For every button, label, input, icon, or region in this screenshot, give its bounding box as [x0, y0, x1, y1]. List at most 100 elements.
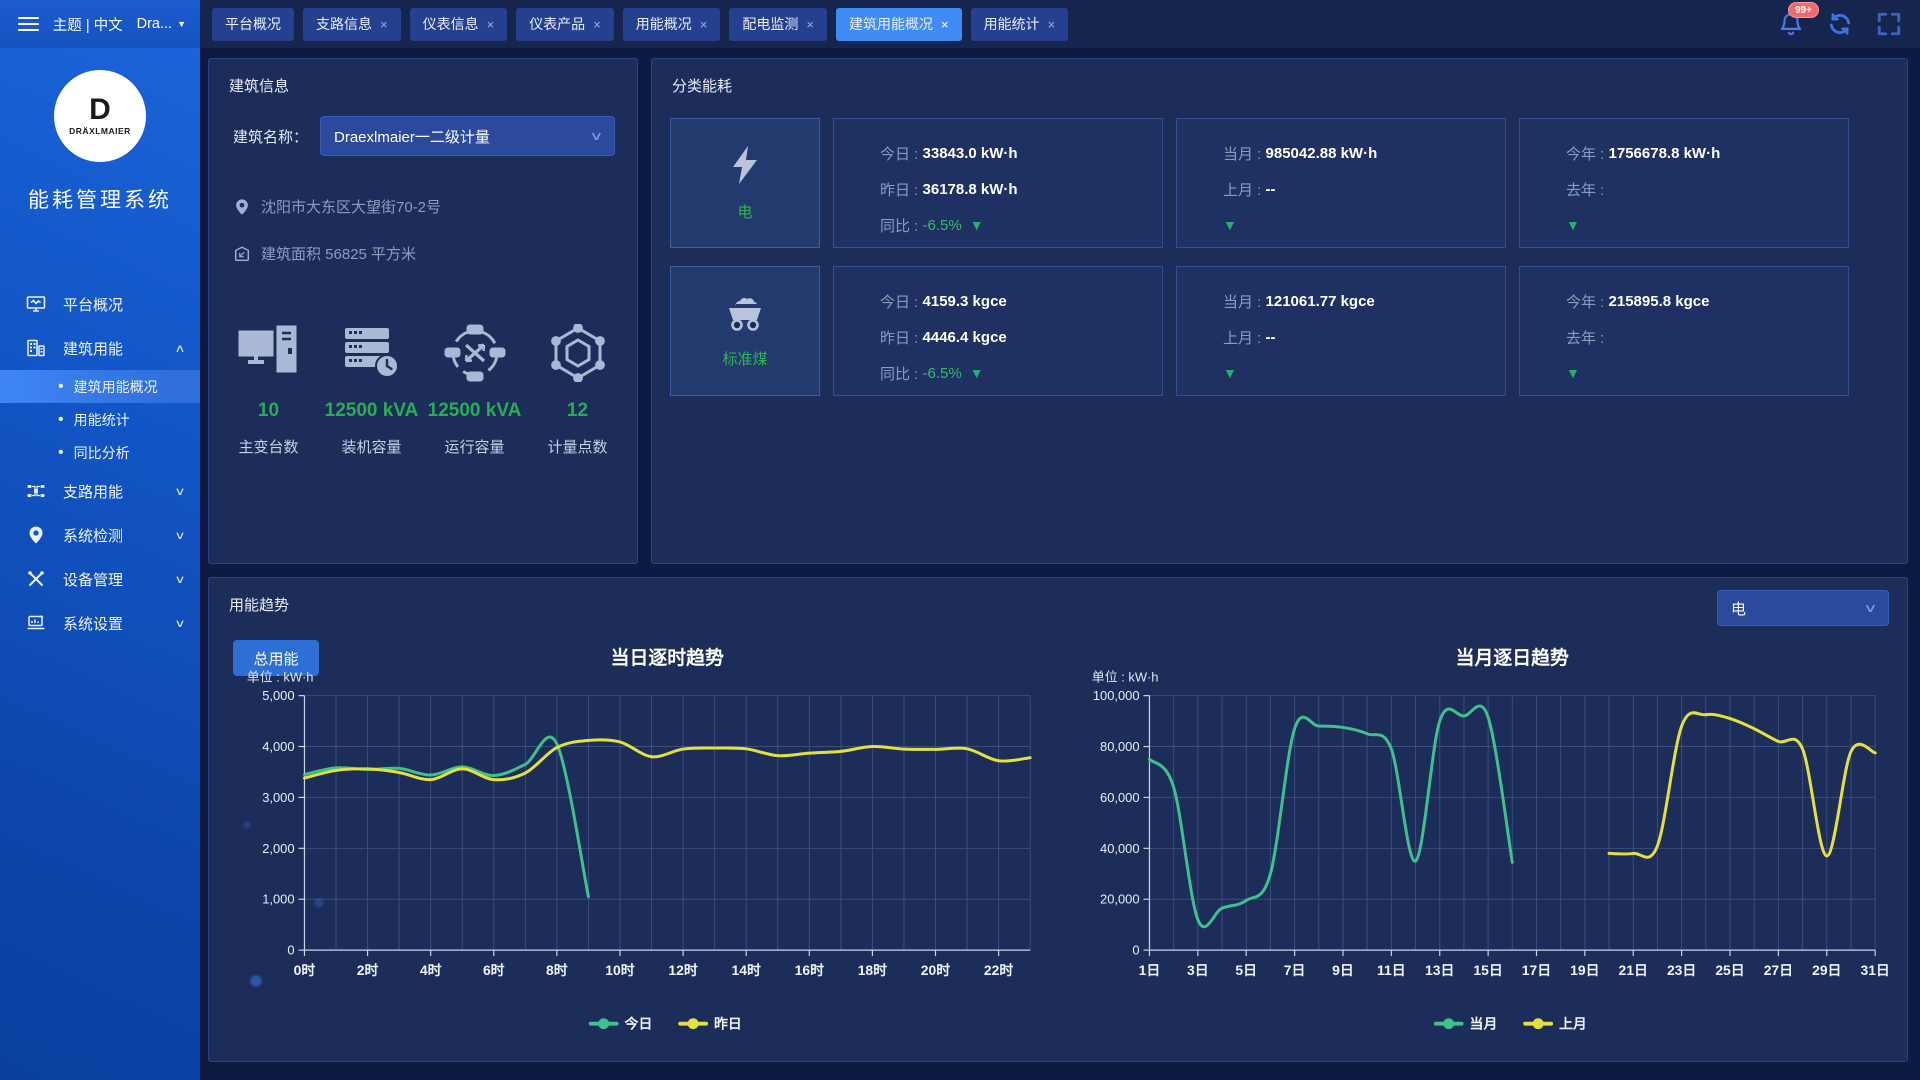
- svg-text:6时: 6时: [483, 962, 505, 978]
- svg-text:7日: 7日: [1284, 962, 1306, 978]
- building-name-value: Draexlmaier一二级计量: [334, 126, 490, 147]
- hexagon-mesh-icon: [547, 324, 609, 382]
- svg-text:1,000: 1,000: [262, 892, 294, 907]
- energy-type-select[interactable]: 电 ∨: [1717, 590, 1889, 626]
- svg-text:11日: 11日: [1377, 962, 1406, 978]
- close-icon[interactable]: ×: [1048, 17, 1056, 32]
- svg-text:0: 0: [1132, 943, 1139, 958]
- svg-text:9日: 9日: [1332, 962, 1354, 978]
- chart-unit-label: 单位 : kW·h: [1092, 670, 1159, 685]
- fullscreen-icon[interactable]: [1876, 11, 1902, 37]
- building-name-label: 建筑名称：: [233, 126, 308, 147]
- notification-bell-icon[interactable]: 99+: [1778, 11, 1804, 37]
- svg-text:4时: 4时: [420, 962, 442, 978]
- legend-item[interactable]: 昨日: [680, 1016, 742, 1032]
- logo-brand-text: DRÄXLMAIER: [69, 126, 131, 136]
- lightning-icon: [730, 145, 760, 185]
- close-icon[interactable]: ×: [806, 17, 814, 32]
- tab-branch-info[interactable]: 支路信息×: [303, 8, 401, 41]
- legend-item[interactable]: 今日: [591, 1016, 653, 1032]
- svg-text:当月: 当月: [1470, 1016, 1498, 1032]
- refresh-icon[interactable]: [1826, 11, 1854, 37]
- tab-power-monitor[interactable]: 配电监测×: [729, 8, 827, 41]
- user-dropdown[interactable]: Dra... ▼: [137, 16, 186, 32]
- sidebar-item-system-settings[interactable]: 系统设置 ∨: [0, 601, 200, 645]
- topbar-left: 主题 | 中文 Dra... ▼: [0, 0, 200, 48]
- monitor-icon: [26, 294, 46, 314]
- category-energy-title: 分类能耗: [652, 59, 1907, 96]
- sidebar-item-branch-energy[interactable]: 支路用能 ∨: [0, 469, 200, 513]
- chevron-down-icon: ∨: [174, 573, 185, 586]
- series-line: [1609, 713, 1875, 858]
- tab-platform-overview[interactable]: 平台概况: [212, 8, 294, 41]
- close-icon[interactable]: ×: [380, 17, 388, 32]
- coal-icon-card: 标准煤: [670, 266, 820, 396]
- tab-meter-product[interactable]: 仪表产品×: [516, 8, 614, 41]
- svg-text:14时: 14时: [732, 962, 761, 978]
- electricity-icon-card: 电: [670, 118, 820, 248]
- series-line: [1149, 706, 1512, 927]
- svg-text:22时: 22时: [984, 962, 1013, 978]
- sidebar-item-platform-overview[interactable]: 平台概况: [0, 282, 200, 326]
- tab-meter-info[interactable]: 仪表信息×: [410, 8, 508, 41]
- svg-text:29日: 29日: [1812, 962, 1841, 978]
- stat-running-capacity: 12500 kVA 运行容量: [423, 310, 526, 457]
- svg-text:0时: 0时: [294, 962, 316, 978]
- tab-building-energy-overview[interactable]: 建筑用能概况×: [836, 8, 962, 41]
- svg-text:10时: 10时: [605, 962, 634, 978]
- sidebar-subitem-yoy-analysis[interactable]: • 同比分析: [0, 436, 200, 469]
- logo-letter: D: [89, 96, 111, 124]
- electricity-label: 电: [737, 201, 752, 222]
- hamburger-menu-icon[interactable]: [18, 13, 39, 35]
- svg-text:31日: 31日: [1860, 962, 1889, 978]
- svg-text:上月: 上月: [1559, 1016, 1587, 1032]
- series-line: [304, 737, 588, 897]
- user-dropdown-label: Dra...: [137, 16, 172, 32]
- branch-network-icon: [26, 481, 46, 501]
- svg-text:20时: 20时: [921, 962, 950, 978]
- app-title: 能耗管理系统: [0, 184, 200, 214]
- svg-text:2,000: 2,000: [262, 841, 294, 856]
- svg-text:100,000: 100,000: [1093, 688, 1140, 703]
- coal-month-card: 当月 : 121061.77 kgce 上月 : -- ▼: [1176, 266, 1506, 396]
- down-triangle-icon: ▼: [1223, 365, 1237, 381]
- electricity-month-card: 当月 : 985042.88 kW·h 上月 : -- ▼: [1176, 118, 1506, 248]
- building-address: 沈阳市大东区大望街70-2号: [261, 196, 441, 217]
- chevron-down-icon: ∨: [174, 529, 185, 542]
- chart-unit-label: 单位 : kW·h: [247, 670, 314, 685]
- sidebar-item-system-monitor[interactable]: 系统检测 ∨: [0, 513, 200, 557]
- settings-laptop-icon: [26, 613, 46, 633]
- close-icon[interactable]: ×: [941, 17, 949, 32]
- close-icon[interactable]: ×: [593, 17, 601, 32]
- sidebar-subitem-building-energy-overview[interactable]: • 建筑用能概况: [0, 370, 200, 403]
- coal-day-card: 今日 : 4159.3 kgce 昨日 : 4446.4 kgce 同比 : -…: [833, 266, 1163, 396]
- svg-text:2时: 2时: [357, 962, 379, 978]
- down-triangle-icon: ▼: [1566, 365, 1580, 381]
- svg-text:27日: 27日: [1764, 962, 1793, 978]
- topbar-actions: 99+: [1778, 0, 1902, 48]
- hourly-trend-chart: 01,0002,0003,0004,0005,0000时2时4时6时8时10时1…: [213, 634, 1058, 1059]
- theme-language-switch[interactable]: 主题 | 中文: [53, 14, 123, 35]
- svg-text:15日: 15日: [1473, 962, 1502, 978]
- series-line: [304, 740, 1030, 780]
- svg-text:40,000: 40,000: [1100, 841, 1139, 856]
- sidebar-item-building-energy[interactable]: 建筑用能 ∧: [0, 326, 200, 370]
- tab-energy-stats[interactable]: 用能统计×: [971, 8, 1069, 41]
- stat-installed-capacity: 12500 kVA 装机容量: [320, 310, 423, 457]
- legend-item[interactable]: 上月: [1525, 1016, 1587, 1032]
- tab-energy-overview[interactable]: 用能概况×: [623, 8, 721, 41]
- stat-main-transformers: 10 主变台数: [217, 310, 320, 457]
- close-icon[interactable]: ×: [487, 17, 495, 32]
- coal-cart-icon: [723, 294, 767, 332]
- sidebar-item-device-mgmt[interactable]: 设备管理 ∨: [0, 557, 200, 601]
- energy-trend-title: 用能趋势: [209, 578, 1907, 615]
- legend-item[interactable]: 当月: [1436, 1016, 1498, 1032]
- building-icon: [26, 338, 46, 358]
- svg-text:4,000: 4,000: [262, 739, 294, 754]
- building-name-select[interactable]: Draexlmaier一二级计量 ∨: [320, 116, 615, 156]
- sidebar-subitem-energy-stats[interactable]: • 用能统计: [0, 403, 200, 436]
- chevron-down-icon: ∨: [174, 617, 185, 630]
- stat-metering-points: 12 计量点数: [526, 310, 629, 457]
- close-icon[interactable]: ×: [700, 17, 708, 32]
- svg-text:20,000: 20,000: [1100, 892, 1139, 907]
